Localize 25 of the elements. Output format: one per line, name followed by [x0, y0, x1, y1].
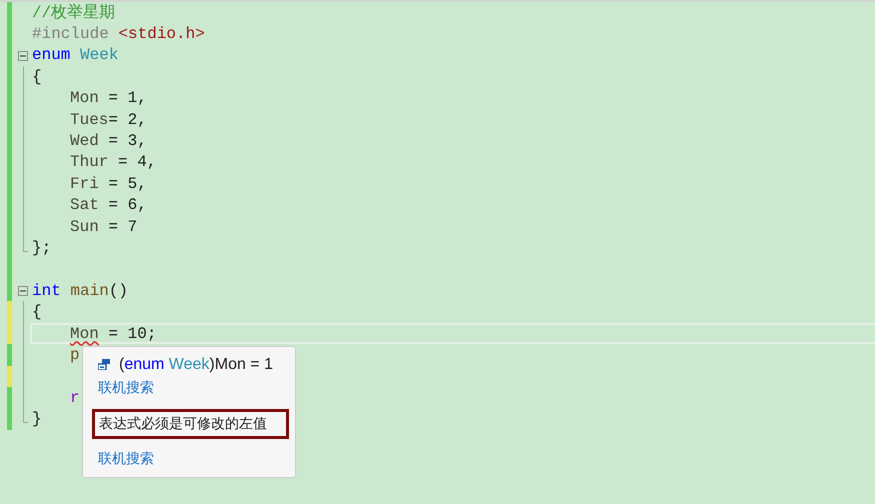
code-line: enum Week [32, 46, 118, 64]
code-line: Tues= 2, [70, 110, 147, 129]
online-search-link[interactable]: 联机搜索 [98, 448, 154, 471]
code-line: #include <stdio.h> [32, 25, 205, 44]
code-line: Wed = 3, [70, 132, 147, 150]
code-line: Fri = 5, [70, 174, 147, 193]
code-line: int main() [32, 282, 128, 300]
collapse-icon[interactable] [18, 50, 28, 61]
code-line: Sat = 6, [70, 196, 147, 214]
enum-member-icon [98, 359, 110, 370]
code-line: p [70, 346, 80, 364]
code-line: }; [32, 239, 52, 257]
code-line: r [70, 388, 80, 407]
code-line: { [32, 303, 42, 322]
code-line: { [32, 68, 42, 86]
code-line: //枚举星期 [32, 2, 116, 24]
code-line: Sun = 7 [70, 218, 138, 236]
code-line: Mon = 1, [70, 89, 147, 108]
code-line: Mon = 10; [70, 324, 156, 343]
code-line: Thur = 4, [70, 153, 156, 172]
online-search-link[interactable]: 联机搜索 [98, 376, 154, 400]
error-message: 表达式必须是可修改的左值 [92, 408, 289, 439]
code-line: } [32, 410, 42, 428]
symbol-signature: (enum Week)Mon = 1 [119, 356, 273, 374]
collapse-icon[interactable] [18, 286, 28, 296]
